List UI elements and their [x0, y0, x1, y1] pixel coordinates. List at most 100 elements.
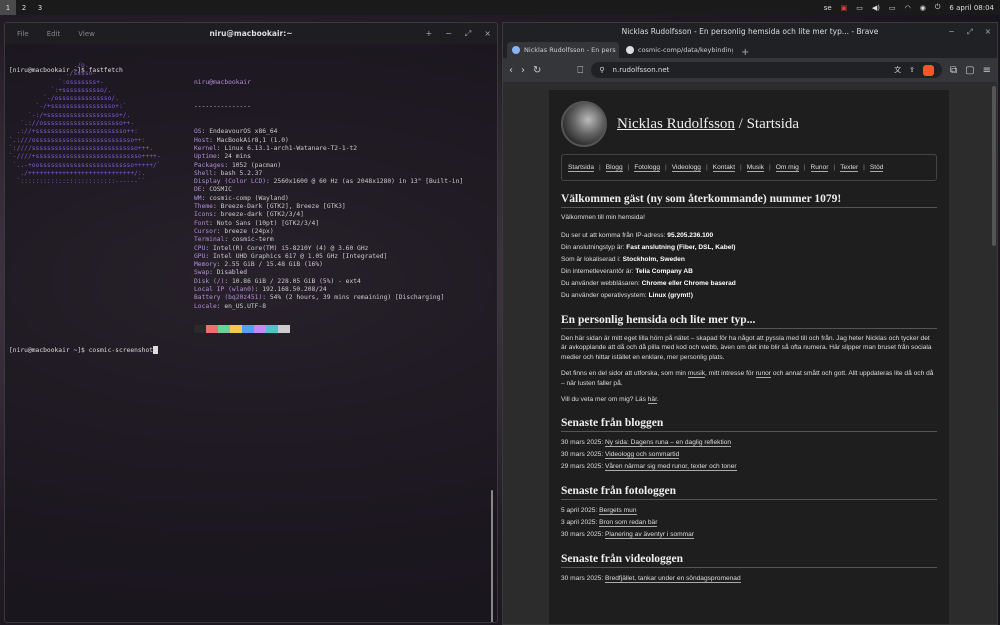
minimize-icon[interactable]: −	[948, 27, 954, 36]
info-value: 192.168.50.208/24	[262, 286, 327, 294]
page-scrollbar[interactable]	[992, 86, 996, 246]
info-value: 54% (2 hours, 39 mins remaining) [Discha…	[269, 294, 445, 302]
runes-link[interactable]: runor	[755, 370, 772, 378]
app-indicator-icon[interactable]: ▣	[841, 4, 848, 12]
new-tab-icon[interactable]: +	[425, 29, 432, 38]
site-name-link[interactable]: Nicklas Rudolfsson	[617, 116, 735, 132]
wifi-icon[interactable]: ◠	[905, 4, 911, 12]
battery-icon[interactable]: ▭	[889, 4, 896, 12]
menu-edit[interactable]: Edit	[47, 30, 61, 38]
extensions-icon[interactable]: ⧉	[950, 65, 957, 76]
nav-link-stöd[interactable]: Stöd	[869, 164, 884, 172]
post-link[interactable]: Ny sida: Dagens runa – en daglig reflekt…	[604, 438, 732, 447]
new-tab-button[interactable]: +	[735, 47, 755, 58]
minimize-icon[interactable]: −	[445, 29, 452, 38]
info-sep: :	[209, 136, 217, 144]
github-icon	[626, 46, 634, 54]
info-sep: :	[212, 211, 221, 219]
address-bar[interactable]: ⚲ n.rudolfsson.net 文 ⇪	[591, 62, 943, 78]
color-swatch	[194, 325, 206, 333]
post-link[interactable]: Våren närmar sig med runor, texter och t…	[604, 462, 737, 471]
info-sep: :	[266, 178, 274, 186]
tab-rudolfsson[interactable]: Nicklas Rudolfsson - En pers ×	[507, 42, 619, 58]
command-text: [niru@macbookair ~]$ cosmic-screenshot	[9, 347, 154, 354]
share-icon[interactable]: ⇪	[909, 66, 915, 74]
terminal-output[interactable]: [niru@macbookair ~]$ fastfetch ./o. ./ss…	[9, 50, 497, 622]
close-icon[interactable]: ×	[985, 27, 991, 36]
info-value: MacBookAir8,1 (1.0)	[216, 136, 289, 144]
nav-link-fotologg[interactable]: Fotologg	[634, 164, 661, 172]
video-list: 30 mars 2025: Bredfjället, tankar under …	[561, 573, 937, 585]
info-value: Fast anslutning (Fiber, DSL, Kabel)	[626, 243, 736, 251]
nav-link-blogg[interactable]: Blogg	[605, 164, 623, 172]
keyboard-layout[interactable]: se	[824, 4, 832, 12]
back-icon[interactable]: ‹	[509, 65, 513, 76]
music-link[interactable]: musik	[687, 370, 706, 378]
workspace-2[interactable]: 2	[16, 0, 32, 15]
notification-icon[interactable]: ◉	[920, 4, 926, 12]
info-line: OS: EndeavourOS x86_64	[194, 128, 463, 136]
info-line: Locale: en_US.UTF-8	[194, 303, 463, 311]
info-sep: :	[209, 219, 217, 227]
post-link[interactable]: Bredfjället, tankar under en söndagsprom…	[604, 574, 741, 583]
nav-link-runor[interactable]: Runor	[810, 164, 829, 172]
logo-line: `-/+sssssssssssssssso+:`	[9, 103, 127, 111]
volume-icon[interactable]: ◀)	[872, 4, 880, 12]
post-link[interactable]: Planering av äventyr i sommar	[604, 530, 695, 539]
info-value: Linux 6.13.1-arch1-Watanare-T2-1-t2	[224, 144, 358, 152]
info-sep: :	[205, 244, 213, 252]
post-link[interactable]: Bergets mun	[599, 506, 637, 515]
page-viewport[interactable]: Nicklas Rudolfsson / Startsida Startsida…	[503, 82, 997, 624]
logo-line: `..-+oosssssssssssssssssssssssso+++++/`	[9, 161, 161, 169]
tab-github[interactable]: cosmic-comp/data/keybindings	[621, 42, 733, 58]
brave-shields-icon[interactable]	[923, 64, 935, 76]
post-date: 3 april 2025:	[561, 518, 600, 526]
logo-line: `:osssssss+-	[9, 78, 104, 86]
site-info-icon[interactable]: ⚲	[599, 66, 604, 74]
command-line-current: [niru@macbookair ~]$ cosmic-screenshot	[9, 346, 159, 355]
site-favicon-icon	[512, 46, 520, 54]
menu-view[interactable]: View	[78, 30, 95, 38]
info-label: Din anslutningstyp är:	[561, 243, 627, 251]
nav-link-texter[interactable]: Texter	[840, 164, 859, 172]
about-me-link[interactable]: här	[647, 396, 657, 404]
info-key: Disk (/)	[194, 277, 225, 285]
nav-link-videologg[interactable]: Videologg	[671, 164, 701, 172]
info-value: EndeavourOS x86_64	[209, 128, 278, 136]
scrollbar[interactable]	[491, 490, 493, 622]
info-key: Icons	[194, 211, 213, 219]
post-link[interactable]: Bron som redan bär	[599, 518, 658, 527]
workspace-3[interactable]: 3	[32, 0, 48, 15]
display-icon[interactable]: ▭	[856, 4, 863, 12]
menu-icon[interactable]: ≡	[983, 65, 991, 76]
maximize-icon[interactable]: ⤢	[967, 27, 973, 37]
menu-file[interactable]: File	[17, 30, 29, 38]
logo-line: .://+ssssssssssssssssssssssso++:	[9, 128, 138, 136]
reload-icon[interactable]: ↻	[533, 65, 541, 76]
bookmark-icon[interactable]: ⎕	[577, 65, 583, 76]
nav-link-startsida[interactable]: Startsida	[568, 164, 595, 172]
power-icon[interactable]: ⏻	[935, 3, 941, 12]
visitor-info-row: Du använder webbläsaren: Chrome eller Ch…	[561, 278, 937, 290]
wallet-icon[interactable]: ▢	[965, 65, 974, 76]
info-line: Uptime: 24 mins	[194, 153, 463, 161]
clock[interactable]: 6 april 08:04	[949, 4, 994, 12]
translate-icon[interactable]: 文	[894, 65, 901, 75]
close-icon[interactable]: ×	[484, 29, 491, 38]
site-header: Nicklas Rudolfsson / Startsida	[561, 98, 937, 150]
color-swatch	[218, 325, 230, 333]
info-line: WM: cosmic-comp (Wayland)	[194, 195, 463, 203]
info-key: CPU	[194, 244, 206, 252]
info-label: Din internetleverantör är:	[561, 267, 636, 275]
info-value: Telia Company AB	[635, 267, 693, 275]
nav-link-om-mig[interactable]: Om mig	[775, 164, 799, 172]
workspace-1[interactable]: 1	[0, 0, 16, 15]
nav-link-kontakt[interactable]: Kontakt	[712, 164, 736, 172]
info-line: Font: Noto Sans (10pt) [GTK2/3/4]	[194, 220, 463, 228]
maximize-icon[interactable]: ⤢	[465, 29, 471, 39]
forward-icon[interactable]: ›	[521, 65, 525, 76]
website: Nicklas Rudolfsson / Startsida Startsida…	[549, 90, 949, 624]
nav-link-musik[interactable]: Musik	[746, 164, 764, 172]
info-line: Memory: 2.55 GiB / 15.48 GiB (16%)	[194, 261, 463, 269]
post-link[interactable]: Videologg och sommartid	[604, 450, 680, 459]
